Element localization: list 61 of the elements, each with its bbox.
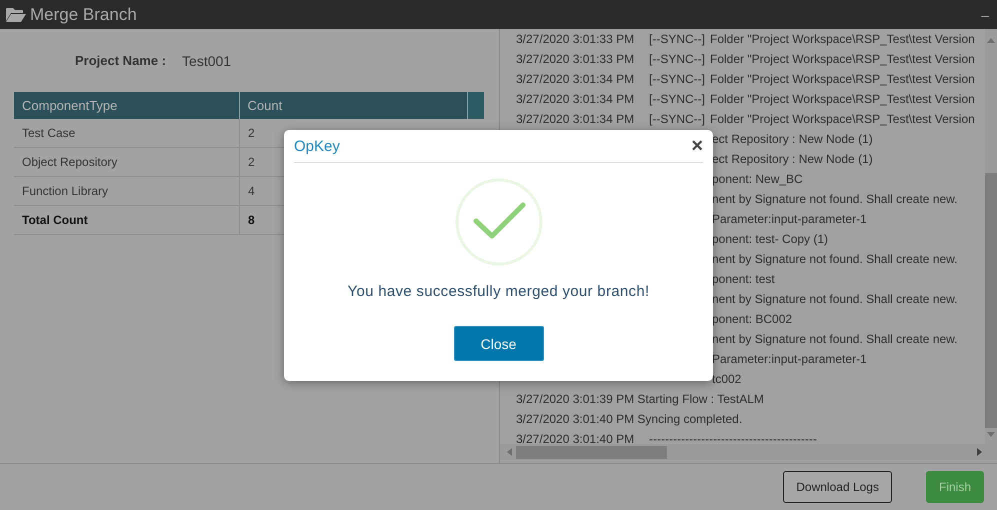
success-message: You have successfully merged your branch!	[348, 283, 650, 300]
log-tag: [--SYNC--]	[649, 89, 705, 109]
log-tag: [--SYNC--]	[649, 49, 705, 69]
table-cell-text: 2	[247, 125, 256, 142]
table-cell: Test Case	[14, 119, 240, 147]
log-time: 3/27/2020 3:01:40 PM	[516, 431, 636, 444]
close-button[interactable]: ×	[691, 136, 703, 156]
scrollbar-thumb[interactable]	[985, 173, 997, 428]
column-header: Count	[246, 97, 284, 115]
log-message: Folder "Project Workspace\RSP_Test\test Version	[710, 52, 975, 66]
log-message: ect Repository : New Node (1)	[712, 151, 873, 168]
log-tag: [--SYNC--]	[649, 29, 705, 49]
scroll-left-icon[interactable]	[506, 448, 512, 456]
table-cell-text: 2	[247, 154, 256, 171]
log-message: Folder "Project Workspace\RSP_Test\test Version	[710, 112, 975, 126]
table-cell: Object Repository	[14, 148, 240, 176]
project-name-value: Test001	[182, 52, 232, 68]
window-title: Merge Branch	[30, 4, 137, 24]
log-message: ponent: BC002	[712, 311, 792, 328]
log-message: 3/27/2020 3:01:39 PM Starting Flow : TestALM	[516, 392, 764, 406]
project-name-label: Project Name :	[75, 53, 166, 68]
log-message: Folder "Project Workspace\RSP_Test\test Version	[710, 32, 975, 46]
log-message: nent by Signature not found. Shall create new.	[712, 291, 958, 308]
log-message: Folder "Project Workspace\RSP_Test\test Version	[710, 92, 975, 106]
scroll-right-icon[interactable]	[977, 448, 983, 456]
log-tag: [--SYNC--]	[649, 69, 705, 89]
log-message: 3/27/2020 3:01:40 PM Syncing completed.	[516, 412, 742, 426]
log-message: Parameter:input-parameter-1	[712, 351, 867, 368]
log-message: ect Repository : New Node (1)	[712, 131, 873, 148]
horizontal-scrollbar[interactable]	[500, 444, 997, 460]
log-message: nent by Signature not found. Shall create new.	[712, 251, 958, 268]
log-time: 3/27/2020 3:01:34 PM	[516, 91, 636, 108]
log-message: Parameter:input-parameter-1	[712, 211, 867, 228]
column-header: ComponentType	[14, 92, 240, 119]
log-time: 3/27/2020 3:01:33 PM	[516, 51, 636, 68]
dialog-title: OpKey	[294, 138, 340, 154]
scrollbar-thumb[interactable]	[516, 446, 667, 458]
log-message: nent by Signature not found. Shall create new.	[712, 331, 958, 348]
log-time: 3/27/2020 3:01:34 PM	[516, 71, 636, 88]
folder-icon	[6, 6, 26, 22]
table-cell-text: 8	[247, 212, 256, 229]
table-cell: Total Count	[14, 206, 240, 234]
minimize-button[interactable]: –	[979, 6, 991, 22]
log-time: 3/27/2020 3:01:34 PM	[516, 111, 636, 128]
log-message: ponent: test	[712, 271, 775, 288]
table-cell-text: 4	[247, 183, 256, 200]
vertical-scrollbar[interactable]	[985, 29, 997, 444]
log-time: 3/27/2020 3:01:33 PM	[516, 31, 636, 48]
table-cell: Function Library	[14, 177, 240, 205]
log-message: ponent: New_BC	[712, 171, 803, 188]
close-dialog-button[interactable]: Close	[454, 326, 544, 361]
log-message: ponent: test- Copy (1)	[712, 231, 828, 248]
scroll-up-icon[interactable]	[987, 37, 995, 43]
log-message: Folder "Project Workspace\RSP_Test\test Version	[710, 72, 975, 86]
log-message: tc002	[712, 371, 742, 388]
download-logs-button[interactable]: Download Logs	[783, 471, 892, 503]
log-tag: ------------------------------------------	[649, 429, 817, 444]
log-message: nent by Signature not found. Shall create new.	[712, 191, 958, 208]
scroll-down-icon[interactable]	[987, 432, 995, 438]
log-tag: [--SYNC--]	[649, 109, 705, 129]
success-check-icon	[454, 177, 544, 267]
